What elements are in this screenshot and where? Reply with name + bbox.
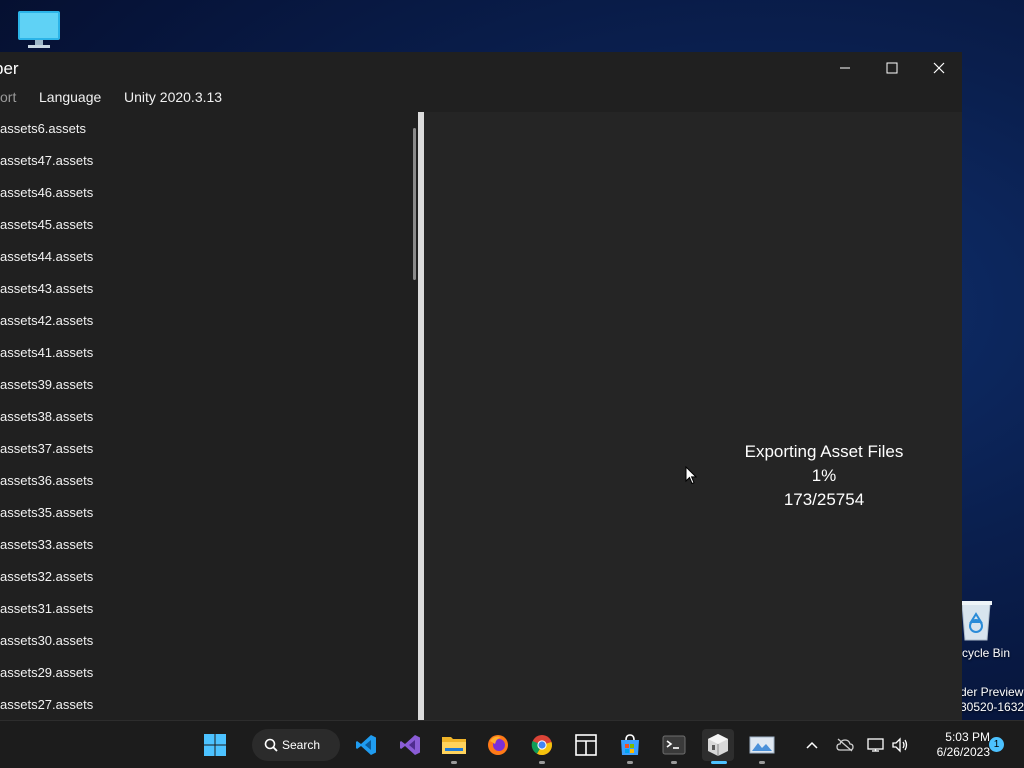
export-status-text: Exporting Asset Files	[744, 442, 904, 461]
taskbar-firefox[interactable]	[482, 729, 514, 761]
clock-date: 6/26/2023	[936, 745, 990, 759]
list-item[interactable]: assets6.assets	[0, 112, 412, 144]
taskbar-snap-layouts[interactable]	[570, 729, 602, 761]
list-item[interactable]: assets45.assets	[0, 208, 412, 240]
taskbar: Search 5:03 PM 6/26/2023 1	[0, 720, 1024, 768]
menu-language[interactable]: Language	[39, 89, 101, 105]
this-pc-desktop-icon[interactable]	[16, 10, 62, 50]
file-explorer-icon	[442, 737, 466, 754]
minimize-icon	[840, 67, 850, 69]
network-icon	[867, 738, 884, 752]
taskbar-search-button[interactable]: Search	[252, 729, 340, 761]
microsoft-store-icon	[621, 734, 639, 755]
running-indicator	[627, 761, 633, 764]
vscode-icon	[356, 735, 376, 755]
list-item[interactable]: assets42.assets	[0, 304, 412, 336]
taskbar-vscode[interactable]	[350, 729, 382, 761]
running-indicator	[759, 761, 765, 764]
visual-studio-icon	[400, 735, 420, 755]
clock-time: 5:03 PM	[945, 730, 990, 744]
taskbar-visual-studio[interactable]	[394, 729, 426, 761]
firefox-icon	[488, 735, 508, 755]
close-icon	[933, 62, 945, 74]
chevron-up-icon	[806, 741, 818, 749]
menu-bar: ort Language Unity 2020.3.13	[0, 84, 962, 112]
mouse-cursor-icon	[685, 466, 697, 485]
list-item[interactable]: assets31.assets	[0, 592, 412, 624]
taskbar-photo-app[interactable]	[746, 729, 778, 764]
search-icon	[264, 738, 278, 752]
list-item[interactable]: assets30.assets	[0, 624, 412, 656]
list-item[interactable]: assets41.assets	[0, 336, 412, 368]
taskbar-store[interactable]	[614, 729, 646, 764]
list-item[interactable]: assets29.assets	[0, 656, 412, 688]
close-button[interactable]	[916, 52, 962, 84]
taskbar-clock[interactable]: 5:03 PM 6/26/2023	[918, 730, 990, 760]
network-tray[interactable]	[866, 735, 886, 755]
volume-tray[interactable]	[890, 735, 910, 755]
minimize-button[interactable]	[822, 52, 868, 84]
window-title: per	[0, 59, 19, 78]
running-indicator	[671, 761, 677, 764]
title-bar[interactable]: per	[0, 52, 962, 84]
maximize-icon	[886, 62, 898, 74]
running-indicator	[539, 761, 545, 764]
running-indicator	[451, 761, 457, 764]
maximize-button[interactable]	[869, 52, 915, 84]
taskbar-asset-studio[interactable]	[702, 729, 734, 764]
active-indicator	[711, 761, 727, 764]
asset-studio-icon	[708, 734, 728, 756]
menu-export[interactable]: ort	[0, 89, 16, 105]
taskbar-file-explorer[interactable]	[438, 729, 470, 764]
photo-viewer-icon	[749, 736, 775, 754]
search-label: Search	[282, 738, 321, 752]
list-item[interactable]: assets43.assets	[0, 272, 412, 304]
notification-badge[interactable]: 1	[989, 737, 1004, 752]
windows-start-icon	[204, 734, 226, 756]
list-item[interactable]: assets46.assets	[0, 176, 412, 208]
list-item[interactable]: assets37.assets	[0, 432, 412, 464]
show-hidden-icons-button[interactable]	[802, 735, 822, 755]
app-window: per ort Language Unity 2020.3.13 assets6…	[0, 52, 962, 720]
export-count-text: 173/25754	[783, 490, 865, 509]
chrome-icon	[531, 735, 552, 756]
list-item[interactable]: assets33.assets	[0, 528, 412, 560]
start-button[interactable]	[199, 729, 231, 761]
windows-insider-watermark: der Preview 30520-1632	[960, 685, 1024, 715]
recycle-bin-label: cycle Bin	[962, 646, 1011, 660]
watermark-line-1: der Preview	[960, 685, 1024, 699]
list-item[interactable]: assets35.assets	[0, 496, 412, 528]
preview-pane: Exporting Asset Files 1% 173/25754	[424, 112, 962, 720]
asset-file-list[interactable]: assets6.assets assets47.assets assets46.…	[0, 112, 412, 720]
terminal-icon	[662, 735, 686, 755]
taskbar-chrome[interactable]	[526, 729, 558, 764]
list-item[interactable]: assets27.assets	[0, 688, 412, 720]
menu-unity-version[interactable]: Unity 2020.3.13	[124, 89, 222, 105]
file-list-scrollbar[interactable]	[413, 128, 416, 280]
speaker-icon	[892, 737, 908, 753]
taskbar-terminal[interactable]	[658, 729, 690, 764]
onedrive-offline-icon	[836, 738, 854, 752]
watermark-line-2: 30520-1632	[960, 700, 1024, 714]
list-item[interactable]: assets44.assets	[0, 240, 412, 272]
list-item[interactable]: assets47.assets	[0, 144, 412, 176]
onedrive-tray[interactable]	[835, 735, 855, 755]
list-item[interactable]: assets36.assets	[0, 464, 412, 496]
list-item[interactable]: assets39.assets	[0, 368, 412, 400]
list-item[interactable]: assets32.assets	[0, 560, 412, 592]
list-item[interactable]: assets38.assets	[0, 400, 412, 432]
snap-layout-icon	[575, 734, 597, 756]
